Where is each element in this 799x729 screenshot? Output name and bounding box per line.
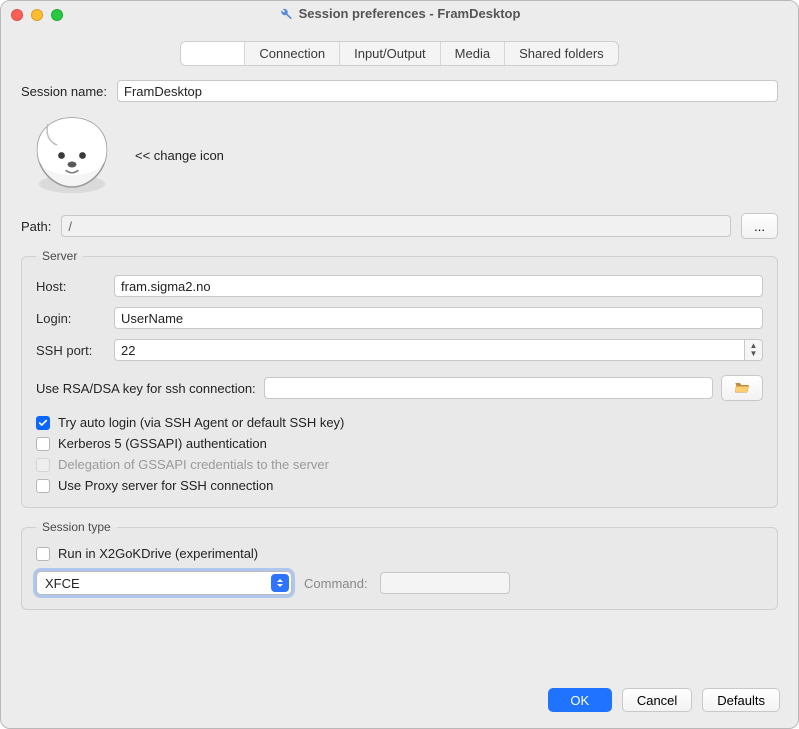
session-type-row: XFCE Command:	[36, 571, 763, 595]
server-group: Server Host: Login: SSH port: ▲ ▼ Use RS…	[21, 249, 778, 508]
defaults-button[interactable]: Defaults	[702, 688, 780, 712]
proxy-checkbox[interactable]: Use Proxy server for SSH connection	[36, 478, 763, 493]
tab-session[interactable]	[181, 42, 245, 65]
change-icon-link[interactable]: << change icon	[135, 148, 224, 163]
traffic-lights	[1, 9, 63, 21]
tab-connection[interactable]: Connection	[245, 42, 340, 65]
autologin-label: Try auto login (via SSH Agent or default…	[58, 415, 344, 430]
session-type-group: Session type Run in X2GoKDrive (experime…	[21, 520, 778, 610]
kerberos-checkbox[interactable]: Kerberos 5 (GSSAPI) authentication	[36, 436, 763, 451]
session-name-row: Session name:	[21, 80, 778, 102]
cancel-button[interactable]: Cancel	[622, 688, 692, 712]
rsa-key-row: Use RSA/DSA key for ssh connection:	[36, 375, 763, 401]
minimize-window-button[interactable]	[31, 9, 43, 21]
session-type-select[interactable]: XFCE	[36, 571, 292, 595]
server-check-list: Try auto login (via SSH Agent or default…	[36, 415, 763, 493]
select-caret-icon	[271, 574, 289, 592]
sshport-label: SSH port:	[36, 343, 106, 358]
folder-open-icon	[734, 380, 750, 397]
close-window-button[interactable]	[11, 9, 23, 21]
command-input	[380, 572, 510, 594]
delegation-checkbox: Delegation of GSSAPI credentials to the …	[36, 457, 763, 472]
tab-input-output[interactable]: Input/Output	[340, 42, 441, 65]
host-label: Host:	[36, 279, 106, 294]
server-legend: Server	[36, 249, 83, 263]
checkbox-icon	[36, 479, 50, 493]
window-title: Session preferences - FramDesktop	[299, 6, 521, 21]
host-input[interactable]	[114, 275, 763, 297]
delegation-label: Delegation of GSSAPI credentials to the …	[58, 457, 329, 472]
login-input[interactable]	[114, 307, 763, 329]
kdrive-checkbox[interactable]: Run in X2GoKDrive (experimental)	[36, 546, 763, 561]
ellipsis-icon: ...	[754, 219, 765, 234]
proxy-label: Use Proxy server for SSH connection	[58, 478, 273, 493]
checkbox-icon	[36, 416, 50, 430]
path-input	[61, 215, 731, 237]
path-row: Path: ...	[21, 213, 778, 239]
sshport-field: ▲ ▼	[114, 339, 763, 361]
session-type-legend: Session type	[36, 520, 117, 534]
ok-button[interactable]: OK	[548, 688, 612, 712]
footer: OK Cancel Defaults	[1, 678, 798, 728]
sshport-input[interactable]	[114, 339, 745, 361]
rsa-key-label: Use RSA/DSA key for ssh connection:	[36, 381, 256, 396]
rsa-key-input[interactable]	[264, 377, 713, 399]
window: Session preferences - FramDesktop Connec…	[0, 0, 799, 729]
checkbox-icon	[36, 547, 50, 561]
server-grid: Host: Login: SSH port: ▲ ▼	[36, 275, 763, 361]
command-label: Command:	[304, 576, 368, 591]
sshport-stepper[interactable]: ▲ ▼	[745, 339, 763, 361]
zoom-window-button[interactable]	[51, 9, 63, 21]
tab-shared-folders[interactable]: Shared folders	[505, 42, 618, 65]
titlebar: Session preferences - FramDesktop	[1, 1, 798, 29]
session-icon[interactable]	[27, 112, 117, 199]
checkbox-icon	[36, 437, 50, 451]
content-area: Connection Input/Output Media Shared fol…	[1, 29, 798, 678]
checkbox-icon	[36, 458, 50, 472]
tab-media[interactable]: Media	[441, 42, 505, 65]
kdrive-label: Run in X2GoKDrive (experimental)	[58, 546, 258, 561]
session-type-value: XFCE	[45, 576, 80, 591]
session-icon-row: << change icon	[27, 112, 778, 199]
login-label: Login:	[36, 311, 106, 326]
session-name-label: Session name:	[21, 84, 107, 99]
rsa-key-browse-button[interactable]	[721, 375, 763, 401]
kerberos-label: Kerberos 5 (GSSAPI) authentication	[58, 436, 267, 451]
wrench-icon	[279, 7, 293, 21]
session-name-input[interactable]	[117, 80, 778, 102]
autologin-checkbox[interactable]: Try auto login (via SSH Agent or default…	[36, 415, 763, 430]
path-browse-button[interactable]: ...	[741, 213, 778, 239]
chevron-down-icon: ▼	[750, 350, 758, 358]
tab-bar: Connection Input/Output Media Shared fol…	[21, 41, 778, 66]
path-label: Path:	[21, 219, 51, 234]
